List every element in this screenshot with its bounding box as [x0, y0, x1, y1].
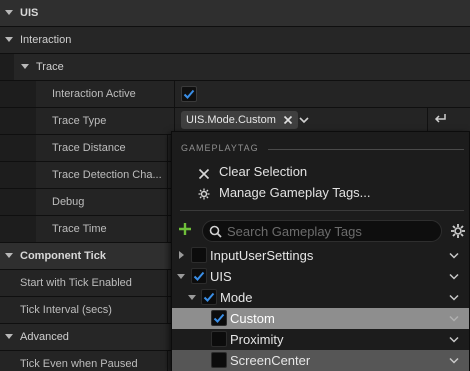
column-divider[interactable]	[167, 189, 168, 215]
settings-icon[interactable]	[450, 223, 466, 239]
indent-guide	[0, 216, 36, 242]
expand-arrow-icon[interactable]	[5, 253, 13, 258]
subcategory-label: Interaction	[20, 34, 72, 46]
tag-checkbox[interactable]	[191, 247, 207, 263]
property-label: Trace Type	[52, 115, 107, 127]
tag-checkbox[interactable]	[211, 310, 227, 326]
tag-label: Proximity	[230, 332, 284, 347]
checkmark-icon	[183, 89, 195, 99]
separator	[180, 210, 464, 211]
chevron-down-icon[interactable]	[449, 252, 459, 259]
checkmark-icon	[193, 271, 205, 281]
category-uis[interactable]: UIS	[0, 0, 470, 27]
chevron-down-icon[interactable]	[449, 294, 459, 301]
property-row-interaction-active: Interaction Active	[0, 81, 470, 108]
add-tag-icon[interactable]	[178, 222, 192, 236]
close-icon	[198, 168, 210, 180]
subcategory-interaction[interactable]: Interaction	[0, 27, 470, 54]
subcategory-label: Advanced	[20, 331, 69, 343]
tag-tree-item-mode[interactable]: Mode	[172, 287, 469, 308]
tag-label: UIS.Mode.Custom	[186, 114, 276, 126]
settings-gear-icon	[198, 188, 210, 200]
subcategory-label: Trace	[36, 61, 64, 73]
reset-to-default-icon[interactable]	[433, 112, 447, 124]
section-rule	[268, 149, 464, 150]
clear-selection-menu-item[interactable]: Clear Selection	[219, 162, 307, 182]
tag-tree-item-inputusersettings[interactable]: InputUserSettings	[172, 245, 469, 266]
tag-tree-item-uis[interactable]: UIS	[172, 266, 469, 287]
subcategory-trace[interactable]: Trace	[0, 54, 470, 81]
column-divider[interactable]	[167, 351, 168, 371]
tag-checkbox[interactable]	[211, 331, 227, 347]
indent-guide	[0, 54, 14, 80]
column-divider[interactable]	[167, 216, 168, 242]
column-divider[interactable]	[167, 162, 168, 188]
property-label: Interaction Active	[52, 88, 136, 100]
indent-guide	[0, 108, 36, 134]
column-divider[interactable]	[167, 297, 168, 323]
chevron-down-icon[interactable]	[449, 273, 459, 280]
property-label: Start with Tick Enabled	[20, 277, 132, 289]
indent-guide	[0, 81, 36, 107]
expand-arrow-icon[interactable]	[179, 251, 184, 259]
column-divider[interactable]	[167, 135, 168, 161]
indent-guide	[0, 162, 36, 188]
tag-label: InputUserSettings	[210, 248, 314, 263]
column-divider[interactable]	[167, 270, 168, 296]
collapse-arrow-icon[interactable]	[177, 274, 185, 279]
chevron-down-icon[interactable]	[449, 336, 459, 343]
tag-label: Mode	[220, 290, 253, 305]
tag-checkbox[interactable]	[191, 268, 207, 284]
gameplay-tag-popup: GAMEPLAYTAG Clear Selection Manage Gamep…	[171, 131, 470, 371]
search-box[interactable]	[202, 220, 442, 242]
chevron-down-icon[interactable]	[449, 315, 459, 322]
tag-checkbox[interactable]	[211, 352, 227, 368]
checkmark-icon	[203, 292, 215, 302]
property-label: Trace Distance	[52, 142, 126, 154]
property-label: Trace Detection Cha...	[52, 169, 162, 181]
interaction-active-checkbox[interactable]	[181, 86, 197, 102]
expand-arrow-icon[interactable]	[5, 37, 13, 42]
property-label: Debug	[52, 196, 85, 208]
chevron-down-icon[interactable]	[299, 116, 309, 124]
trace-type-tag[interactable]: UIS.Mode.Custom	[181, 111, 298, 129]
tag-checkbox[interactable]	[201, 289, 217, 305]
chevron-down-icon[interactable]	[449, 357, 459, 364]
category-label: UIS	[20, 7, 39, 19]
column-divider[interactable]	[174, 81, 175, 107]
tag-tree-item-custom[interactable]: Custom	[172, 308, 469, 329]
category-label: Component Tick	[20, 250, 106, 262]
indent-guide	[0, 135, 36, 161]
property-label: Tick Even when Paused	[20, 358, 138, 370]
expand-arrow-icon[interactable]	[21, 64, 29, 69]
tag-label: UIS	[210, 269, 232, 284]
property-label: Tick Interval (secs)	[20, 304, 112, 316]
property-label: Trace Time	[52, 223, 107, 235]
expand-arrow-icon[interactable]	[5, 334, 13, 339]
tag-tree-item-proximity[interactable]: Proximity	[172, 329, 469, 350]
tag-label: Custom	[230, 311, 275, 326]
expand-arrow-icon[interactable]	[5, 10, 13, 15]
tag-tree-item-screencenter[interactable]: ScreenCenter	[172, 350, 469, 371]
remove-tag-icon[interactable]	[282, 114, 294, 126]
manage-gameplay-tags-menu-item[interactable]: Manage Gameplay Tags...	[219, 183, 371, 203]
search-icon	[209, 225, 222, 238]
popup-section-header: GAMEPLAYTAG	[181, 143, 259, 153]
tag-label: ScreenCenter	[230, 353, 311, 368]
collapse-arrow-icon[interactable]	[188, 295, 196, 300]
checkmark-icon	[213, 313, 225, 323]
indent-guide	[0, 189, 36, 215]
search-gameplay-tags-input[interactable]	[227, 223, 437, 239]
